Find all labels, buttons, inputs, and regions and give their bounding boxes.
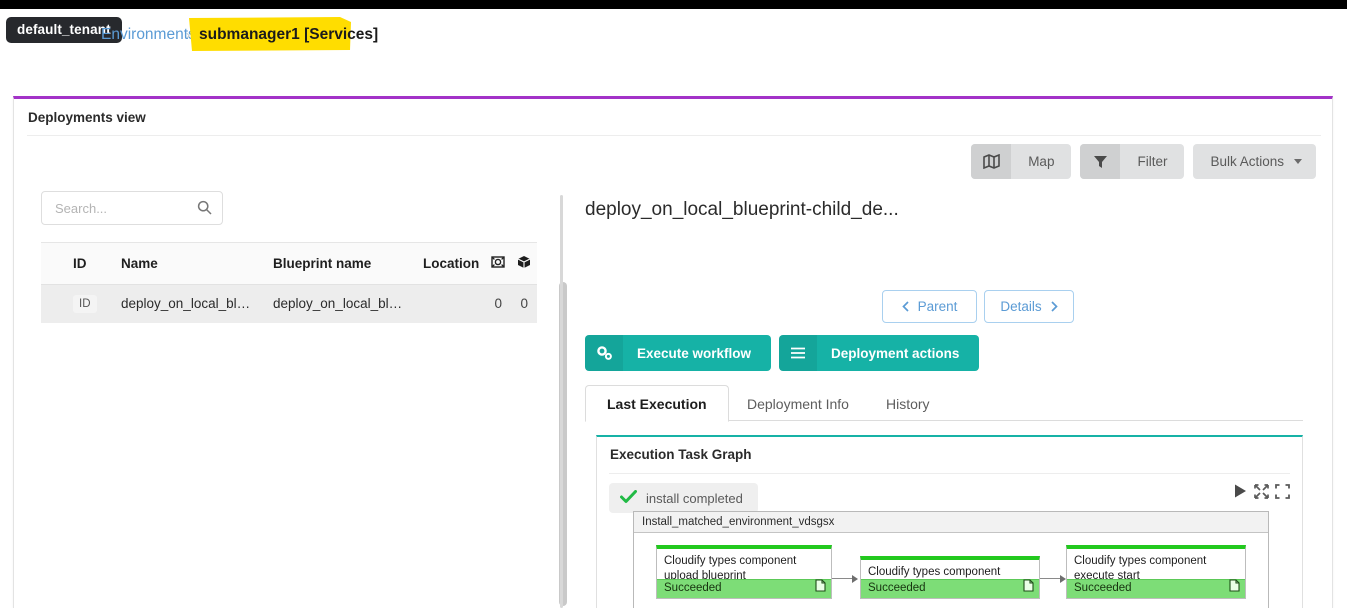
task-connector: [1040, 578, 1060, 579]
task-arrow-icon: [852, 575, 858, 583]
check-icon: [620, 489, 637, 507]
column-header-location[interactable]: Location: [415, 242, 485, 285]
graph-divider: [609, 473, 1290, 474]
breadcrumb: default_tenant Environments › submanager…: [0, 9, 1347, 61]
execute-workflow-button[interactable]: Execute workflow: [585, 335, 772, 371]
map-icon: [971, 144, 1012, 179]
log-file-icon[interactable]: [1023, 579, 1034, 595]
chevron-right-icon: [1051, 301, 1058, 312]
parent-button-label: Parent: [917, 299, 958, 314]
column-header-name[interactable]: Name: [113, 242, 265, 285]
search-box[interactable]: [41, 191, 223, 225]
task-node-status-label: Succeeded: [1074, 582, 1132, 594]
execution-status-label: install completed: [646, 490, 743, 506]
log-file-icon[interactable]: [815, 579, 826, 595]
task-node-status-label: Succeeded: [868, 582, 926, 594]
breadcrumb-item-environments[interactable]: Environments: [101, 26, 196, 44]
search-input[interactable]: [53, 192, 193, 224]
cell-id: ID: [65, 284, 113, 323]
task-node-status: Succeeded: [1067, 579, 1245, 598]
task-node[interactable]: Cloudify types component upload blueprin…: [656, 545, 832, 599]
cell-package-count: 0: [511, 284, 537, 323]
task-node-status: Succeeded: [657, 579, 831, 598]
task-group-label: Install_matched_environment_vdsgsx: [634, 512, 1268, 533]
deployment-actions-label: Deployment actions: [831, 345, 960, 361]
deployments-view-card: Deployments view Map Filter Bulk Actions…: [13, 96, 1333, 608]
view-toolbar: Map Filter Bulk Actions: [971, 144, 1316, 179]
details-button[interactable]: Details: [984, 290, 1074, 323]
chevron-down-icon: [1294, 159, 1302, 164]
filter-button-label: Filter: [1137, 154, 1168, 169]
deployment-title: deploy_on_local_blueprint-child_de...: [585, 199, 899, 220]
deployment-actions-button[interactable]: Deployment actions: [779, 335, 980, 371]
column-header-blueprint-name[interactable]: Blueprint name: [265, 242, 415, 285]
log-file-icon[interactable]: [1229, 579, 1240, 595]
title-divider: [27, 135, 1321, 136]
bulk-actions-button[interactable]: Bulk Actions: [1193, 144, 1316, 179]
task-connector: [832, 578, 852, 579]
details-tabs: Last Execution Deployment Info History: [585, 385, 1303, 422]
cell-name[interactable]: deploy_on_local_bluep...: [113, 284, 265, 323]
deployments-list-pane: ID Name Blueprint name Location: [27, 185, 567, 608]
table-row[interactable]: ID deploy_on_local_bluep... deploy_on_lo…: [41, 284, 537, 323]
column-header-select: [41, 242, 65, 285]
column-header-package-icon[interactable]: [511, 242, 537, 285]
task-node[interactable]: Cloudify types component execute start S…: [1066, 545, 1246, 599]
cell-location: [415, 284, 485, 323]
cell-site-count: 0: [485, 284, 511, 323]
play-icon[interactable]: [1233, 483, 1248, 499]
deployments-table: ID Name Blueprint name Location ID deplo…: [41, 242, 537, 323]
graph-title: Execution Task Graph: [610, 447, 752, 462]
column-header-site-icon[interactable]: [485, 242, 511, 285]
tab-history[interactable]: History: [865, 385, 951, 422]
task-group-box: Install_matched_environment_vdsgsx Cloud…: [633, 511, 1269, 608]
task-node-status-label: Succeeded: [664, 582, 722, 594]
cell-blueprint-name[interactable]: deploy_on_local_bluep...: [265, 284, 415, 323]
bulk-actions-label: Bulk Actions: [1210, 154, 1284, 169]
execute-workflow-label: Execute workflow: [637, 345, 752, 361]
pane-splitter[interactable]: [560, 195, 563, 608]
deployment-action-buttons: Execute workflow Deployment actions: [585, 335, 980, 371]
search-icon: [197, 200, 212, 220]
parent-button[interactable]: Parent: [882, 290, 977, 323]
execution-status-badge: install completed: [609, 483, 758, 513]
map-button-label: Map: [1028, 154, 1055, 169]
fullscreen-icon[interactable]: [1275, 483, 1290, 499]
details-button-label: Details: [1000, 299, 1042, 314]
task-node[interactable]: Cloudify types component create Succeede…: [860, 556, 1040, 599]
filter-button[interactable]: Filter: [1080, 144, 1185, 179]
execution-task-graph-panel: Execution Task Graph install completed I…: [596, 435, 1303, 608]
task-node-status: Succeeded: [861, 579, 1039, 598]
filter-icon: [1080, 144, 1121, 179]
deployment-details-pane: deploy_on_local_blueprint-child_de... Pa…: [572, 185, 1332, 608]
chevron-left-icon: [901, 301, 909, 312]
map-button[interactable]: Map: [971, 144, 1072, 179]
column-header-id[interactable]: ID: [65, 242, 113, 285]
expand-icon[interactable]: [1254, 483, 1269, 499]
tab-last-execution[interactable]: Last Execution: [585, 385, 729, 422]
row-select-cell[interactable]: [41, 284, 65, 323]
graph-controls: [1233, 483, 1290, 499]
breadcrumb-separator: ›: [186, 28, 190, 42]
hamburger-icon: [779, 335, 818, 371]
table-header-row: ID Name Blueprint name Location: [41, 242, 537, 285]
id-badge: ID: [73, 294, 97, 313]
tab-deployment-info[interactable]: Deployment Info: [726, 385, 870, 422]
page-title: Deployments view: [28, 110, 146, 125]
breadcrumb-item-current[interactable]: submanager1 [Services]: [199, 26, 378, 44]
gears-icon: [585, 335, 623, 371]
